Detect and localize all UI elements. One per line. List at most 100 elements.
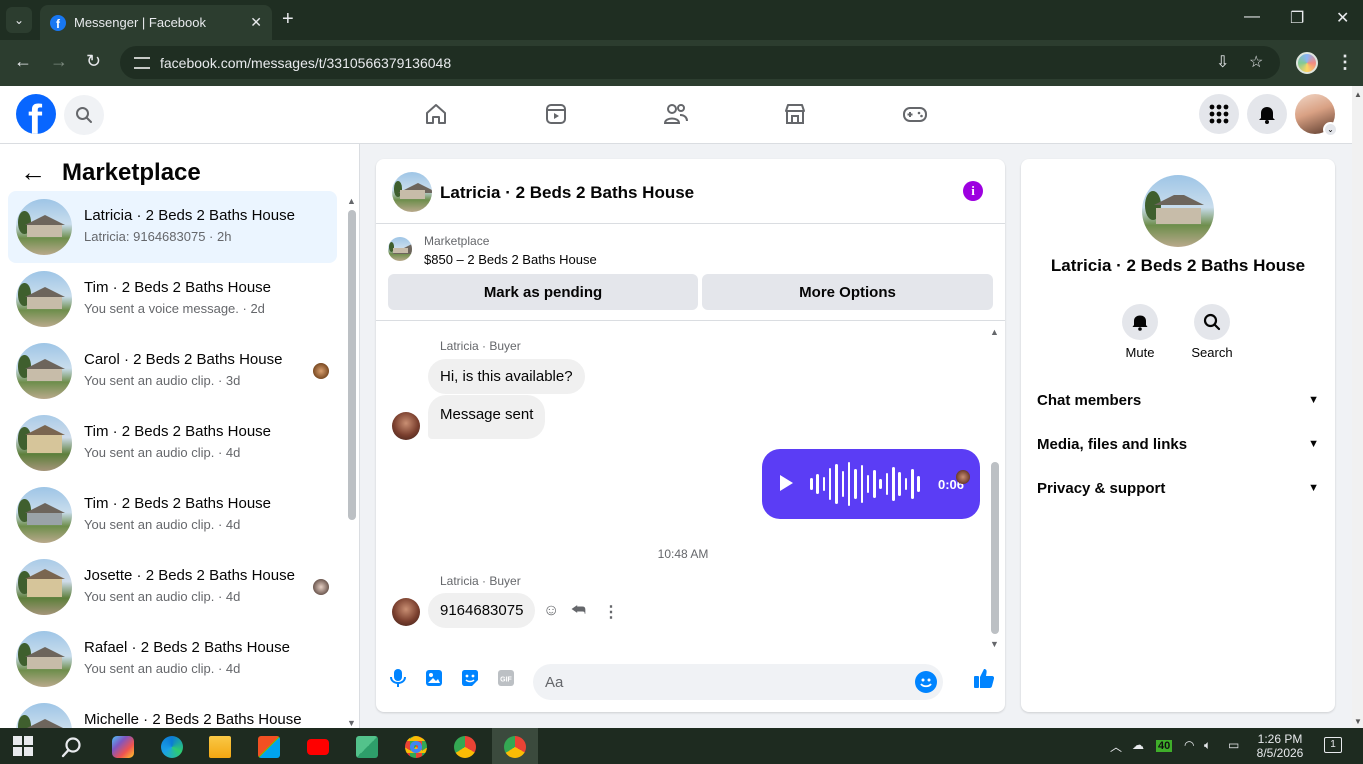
search-icon[interactable] <box>64 95 104 135</box>
emoji-icon[interactable] <box>915 671 937 693</box>
microphone-icon[interactable] <box>388 668 408 688</box>
media-files-links-section[interactable]: Media, files and links ▼ <box>1037 426 1319 462</box>
new-tab-icon[interactable]: + <box>282 8 294 31</box>
search-in-conversation-button[interactable]: Search <box>1182 304 1242 360</box>
tab-search-chevron-icon[interactable]: ⌄ <box>6 7 32 33</box>
seen-avatar <box>313 363 329 379</box>
volume-icon[interactable]: 🔈︎ <box>1204 738 1211 753</box>
notification-center-icon[interactable]: 1 <box>1324 737 1342 753</box>
gaming-icon[interactable] <box>901 100 929 128</box>
more-options-button[interactable]: More Options <box>702 274 993 310</box>
account-chevron-icon[interactable]: ⌄ <box>1323 122 1338 137</box>
reload-icon[interactable]: ↻ <box>86 51 101 72</box>
copilot-icon[interactable] <box>112 736 134 758</box>
listing-thumbnail <box>388 237 412 261</box>
incoming-message[interactable]: 9164683075 <box>428 593 536 628</box>
sender-avatar[interactable] <box>392 412 420 440</box>
friends-icon[interactable] <box>662 100 690 128</box>
bookmark-star-icon[interactable]: ☆ <box>1249 52 1263 72</box>
video-icon[interactable] <box>542 100 570 128</box>
photo-icon[interactable] <box>424 668 444 688</box>
browser-menu-icon[interactable]: ⋮ <box>1336 52 1354 73</box>
file-explorer-icon[interactable] <box>209 736 231 758</box>
incoming-message[interactable]: Hi, is this available? <box>428 359 585 394</box>
conversation-item[interactable]: Rafael · 2 Beds 2 Baths House You sent a… <box>8 623 337 695</box>
minimize-icon[interactable]: — <box>1244 8 1260 26</box>
sender-avatar[interactable] <box>392 598 420 626</box>
conversation-preview: You sent a voice message. · 2d <box>84 301 265 316</box>
restore-icon[interactable]: ❐ <box>1290 8 1304 28</box>
tab-close-icon[interactable]: ✕ <box>250 14 262 31</box>
thumbs-up-icon[interactable] <box>972 666 996 690</box>
play-icon[interactable] <box>780 475 793 491</box>
chat-scrollbar[interactable]: ▲ ▼ <box>989 327 1001 649</box>
onedrive-icon[interactable]: ☁ <box>1132 738 1144 752</box>
taskbar-search-icon[interactable] <box>61 736 83 758</box>
info-icon[interactable]: i <box>963 181 983 201</box>
chrome-profile-icon[interactable] <box>454 736 476 758</box>
reply-icon[interactable]: ⮪ <box>571 602 586 620</box>
chat-members-section[interactable]: Chat members ▼ <box>1037 382 1319 418</box>
chat-header: Latricia · 2 Beds 2 Baths House i <box>376 159 1005 224</box>
clock-time: 1:26 PM <box>1257 732 1303 746</box>
search-icon[interactable] <box>1194 304 1230 340</box>
chat-title[interactable]: Latricia · 2 Beds 2 Baths House <box>440 183 694 203</box>
notifications-bell-icon[interactable] <box>1247 94 1287 134</box>
conversation-list-panel: ← Marketplace Latricia · 2 Beds 2 Baths … <box>0 144 360 728</box>
search-label: Search <box>1191 345 1233 360</box>
youtube-icon[interactable] <box>307 739 329 755</box>
back-arrow-icon[interactable]: ← <box>20 157 46 188</box>
message-input[interactable]: Aa <box>533 664 943 700</box>
voice-message[interactable]: 0:06 <box>762 449 980 519</box>
details-listing-avatar[interactable] <box>1142 175 1214 247</box>
wifi-icon[interactable]: ◠ <box>1184 738 1194 752</box>
chrome-icon[interactable] <box>405 736 427 758</box>
temperature-badge[interactable]: 40 <box>1156 740 1173 752</box>
privacy-support-section[interactable]: Privacy & support ▼ <box>1037 470 1319 506</box>
battery-icon[interactable]: ▭ <box>1228 738 1239 752</box>
forward-icon[interactable]: → <box>50 51 68 72</box>
conversation-list-scrollbar[interactable]: ▲ ▼ <box>344 196 356 728</box>
conversation-item[interactable]: Latricia · 2 Beds 2 Baths House Latricia… <box>8 191 337 263</box>
chat-listing-avatar[interactable] <box>392 172 432 212</box>
chrome-active-icon[interactable] <box>504 736 526 758</box>
omnibox[interactable]: facebook.com/messages/t/3310566379136048 <box>120 46 1280 79</box>
marketplace-icon[interactable] <box>781 100 809 128</box>
tray-chevron-icon[interactable]: ︿ <box>1110 738 1122 755</box>
profile-avatar[interactable]: ⌄ <box>1295 94 1338 137</box>
browser-profile-icon[interactable] <box>1296 52 1318 74</box>
facebook-logo[interactable]: f <box>16 94 56 134</box>
incoming-message[interactable]: Message sent <box>428 395 546 439</box>
home-icon[interactable] <box>422 100 450 128</box>
site-info-icon[interactable] <box>134 56 150 69</box>
conversation-item[interactable]: Michelle · 2 Beds 2 Baths House <box>8 695 337 728</box>
conversation-item[interactable]: Tim · 2 Beds 2 Baths House You sent an a… <box>8 479 337 551</box>
page-scrollbar[interactable]: ▲ ▼ <box>1352 86 1363 728</box>
back-icon[interactable]: ← <box>14 51 32 72</box>
install-app-icon[interactable]: ⇩ <box>1216 52 1229 72</box>
conversation-item[interactable]: Josette · 2 Beds 2 Baths House You sent … <box>8 551 337 623</box>
gif-icon[interactable]: GIF <box>496 668 516 688</box>
chevron-down-icon: ▼ <box>1308 394 1319 406</box>
listing-title[interactable]: $850 – 2 Beds 2 Baths House <box>424 252 597 267</box>
windows-start-icon[interactable] <box>13 736 35 758</box>
sticker-icon[interactable] <box>460 668 480 688</box>
mute-button[interactable]: Mute <box>1110 304 1170 360</box>
system-clock[interactable]: 1:26 PM 8/5/2026 <box>1250 732 1310 760</box>
browser-tab[interactable]: f Messenger | Facebook ✕ <box>40 5 272 40</box>
mark-as-pending-button[interactable]: Mark as pending <box>388 274 698 310</box>
bell-icon[interactable] <box>1122 304 1158 340</box>
browser-tab-bar: ⌄ f Messenger | Facebook ✕ + — ❐ ✕ <box>0 0 1363 40</box>
close-window-icon[interactable]: ✕ <box>1336 8 1349 28</box>
url-text[interactable]: facebook.com/messages/t/3310566379136048 <box>160 55 451 71</box>
menu-grid-icon[interactable] <box>1199 94 1239 134</box>
more-actions-icon[interactable]: ⋮ <box>603 602 619 622</box>
edge-browser-icon[interactable] <box>161 736 183 758</box>
app-icon[interactable] <box>356 736 378 758</box>
react-smiley-icon[interactable]: ☺ <box>543 602 559 620</box>
conversation-name: Latricia · 2 Beds 2 Baths House <box>84 207 295 224</box>
conversation-item[interactable]: Tim · 2 Beds 2 Baths House You sent a vo… <box>8 263 337 335</box>
conversation-item[interactable]: Carol · 2 Beds 2 Baths House You sent an… <box>8 335 337 407</box>
conversation-item[interactable]: Tim · 2 Beds 2 Baths House You sent an a… <box>8 407 337 479</box>
microsoft-store-icon[interactable] <box>258 736 280 758</box>
